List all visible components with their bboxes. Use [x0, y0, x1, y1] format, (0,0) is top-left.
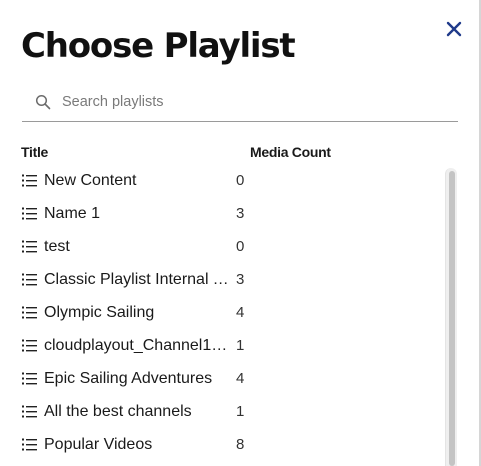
playlist-title: Name 1: [44, 205, 101, 222]
column-header-title[interactable]: Title: [21, 144, 48, 160]
playlist-media-count: 4: [236, 370, 245, 387]
playlist-row[interactable]: All the best channels 1: [0, 396, 440, 429]
playlist-media-count: 3: [236, 205, 245, 222]
list-icon: [22, 405, 37, 418]
list-icon: [22, 372, 37, 385]
list-icon: [22, 174, 37, 187]
scrollbar-track[interactable]: [445, 168, 457, 466]
playlist-title: Classic Playlist Internal Tests: [44, 271, 232, 288]
scrollbar-thumb[interactable]: [449, 171, 455, 466]
playlist-media-count: 3: [236, 271, 245, 288]
list-icon: [22, 240, 37, 253]
list-icon: [22, 306, 37, 319]
close-button[interactable]: [442, 17, 466, 41]
playlist-title: Popular Videos: [44, 436, 153, 453]
choose-playlist-dialog: Choose Playlist Title Media Count New Co…: [0, 0, 481, 466]
playlist-title: test: [44, 238, 70, 255]
playlist-media-count: 0: [236, 172, 245, 189]
playlist-title: Epic Sailing Adventures: [44, 370, 213, 387]
playlist-row[interactable]: Classic Playlist Internal Tests 3: [0, 264, 440, 297]
list-icon: [22, 339, 37, 352]
column-header-media-count[interactable]: Media Count: [250, 144, 331, 160]
search-box: [22, 84, 458, 122]
list-icon: [22, 207, 37, 220]
playlist-title: New Content: [44, 172, 137, 189]
playlist-media-count: 1: [236, 403, 245, 420]
playlist-title: cloudplayout_Channel1_Playlist: [44, 337, 232, 354]
playlist-title: Olympic Sailing: [44, 304, 155, 321]
playlist-media-count: 4: [236, 304, 245, 321]
playlist-row[interactable]: New Content 0: [0, 165, 440, 198]
list-icon: [22, 273, 37, 286]
playlist-media-count: 0: [236, 238, 245, 255]
search-input[interactable]: [62, 84, 452, 120]
playlist-title: All the best channels: [44, 403, 192, 420]
playlist-media-count: 8: [236, 436, 245, 453]
playlist-media-count: 1: [236, 337, 245, 354]
playlist-row[interactable]: cloudplayout_Channel1_Playlist 1: [0, 330, 440, 363]
dialog-title: Choose Playlist: [21, 26, 296, 66]
playlist-row[interactable]: Olympic Sailing 4: [0, 297, 440, 330]
playlist-row[interactable]: test 0: [0, 231, 440, 264]
playlist-row[interactable]: Name 1 3: [0, 198, 440, 231]
list-icon: [22, 438, 37, 451]
close-icon: [446, 21, 462, 37]
playlist-row[interactable]: Epic Sailing Adventures 4: [0, 363, 440, 396]
playlist-row[interactable]: Popular Videos 8: [0, 429, 440, 462]
playlist-list: New Content 0 Name 1 3 test 0 Classic Pl…: [0, 165, 481, 466]
search-icon: [35, 94, 51, 110]
